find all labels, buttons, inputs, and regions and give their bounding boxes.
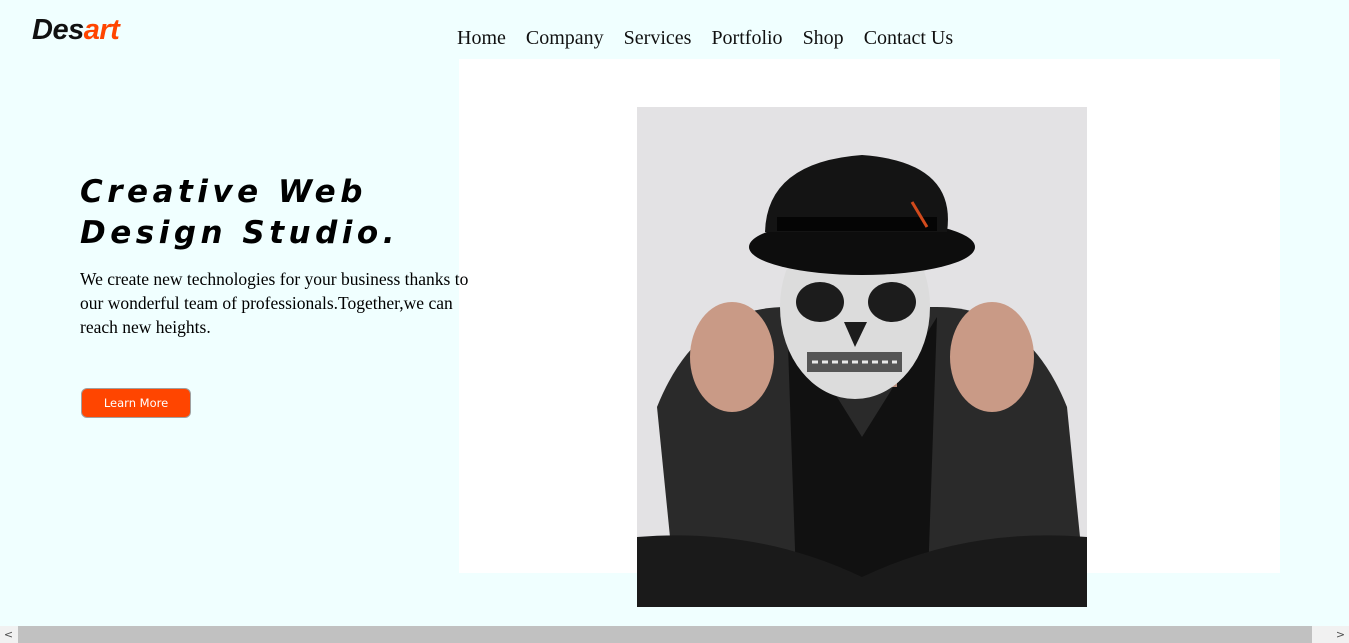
hero-description: We create new technologies for your busi… <box>80 269 469 337</box>
hero-photo <box>637 107 1087 607</box>
brand-logo-part2: art <box>83 14 120 46</box>
main-nav: Home Company Services Portfolio Shop Con… <box>457 27 953 50</box>
brand-logo[interactable]: Desart <box>32 14 120 46</box>
learn-more-button[interactable]: Learn More <box>81 388 191 418</box>
horizontal-scrollbar[interactable]: < > <box>0 626 1349 643</box>
nav-item-home[interactable]: Home <box>457 27 506 50</box>
scroll-left-icon[interactable]: < <box>0 626 17 643</box>
hero-title-line1: Creative Web <box>80 174 367 210</box>
nav-item-services[interactable]: Services <box>624 27 692 50</box>
skull-makeup-portrait-image <box>637 107 1087 607</box>
hero-title: Creative Web Design Studio. <box>80 172 460 254</box>
nav-item-shop[interactable]: Shop <box>803 27 844 50</box>
nav-item-portfolio[interactable]: Portfolio <box>711 27 782 50</box>
hero-title-line2: Design Studio. <box>80 215 399 251</box>
nav-item-contact-us[interactable]: Contact Us <box>864 27 953 50</box>
scroll-right-icon[interactable]: > <box>1332 626 1349 643</box>
scroll-thumb[interactable] <box>18 626 1312 643</box>
nav-item-company[interactable]: Company <box>526 27 604 50</box>
brand-logo-part1: Des <box>32 14 84 46</box>
